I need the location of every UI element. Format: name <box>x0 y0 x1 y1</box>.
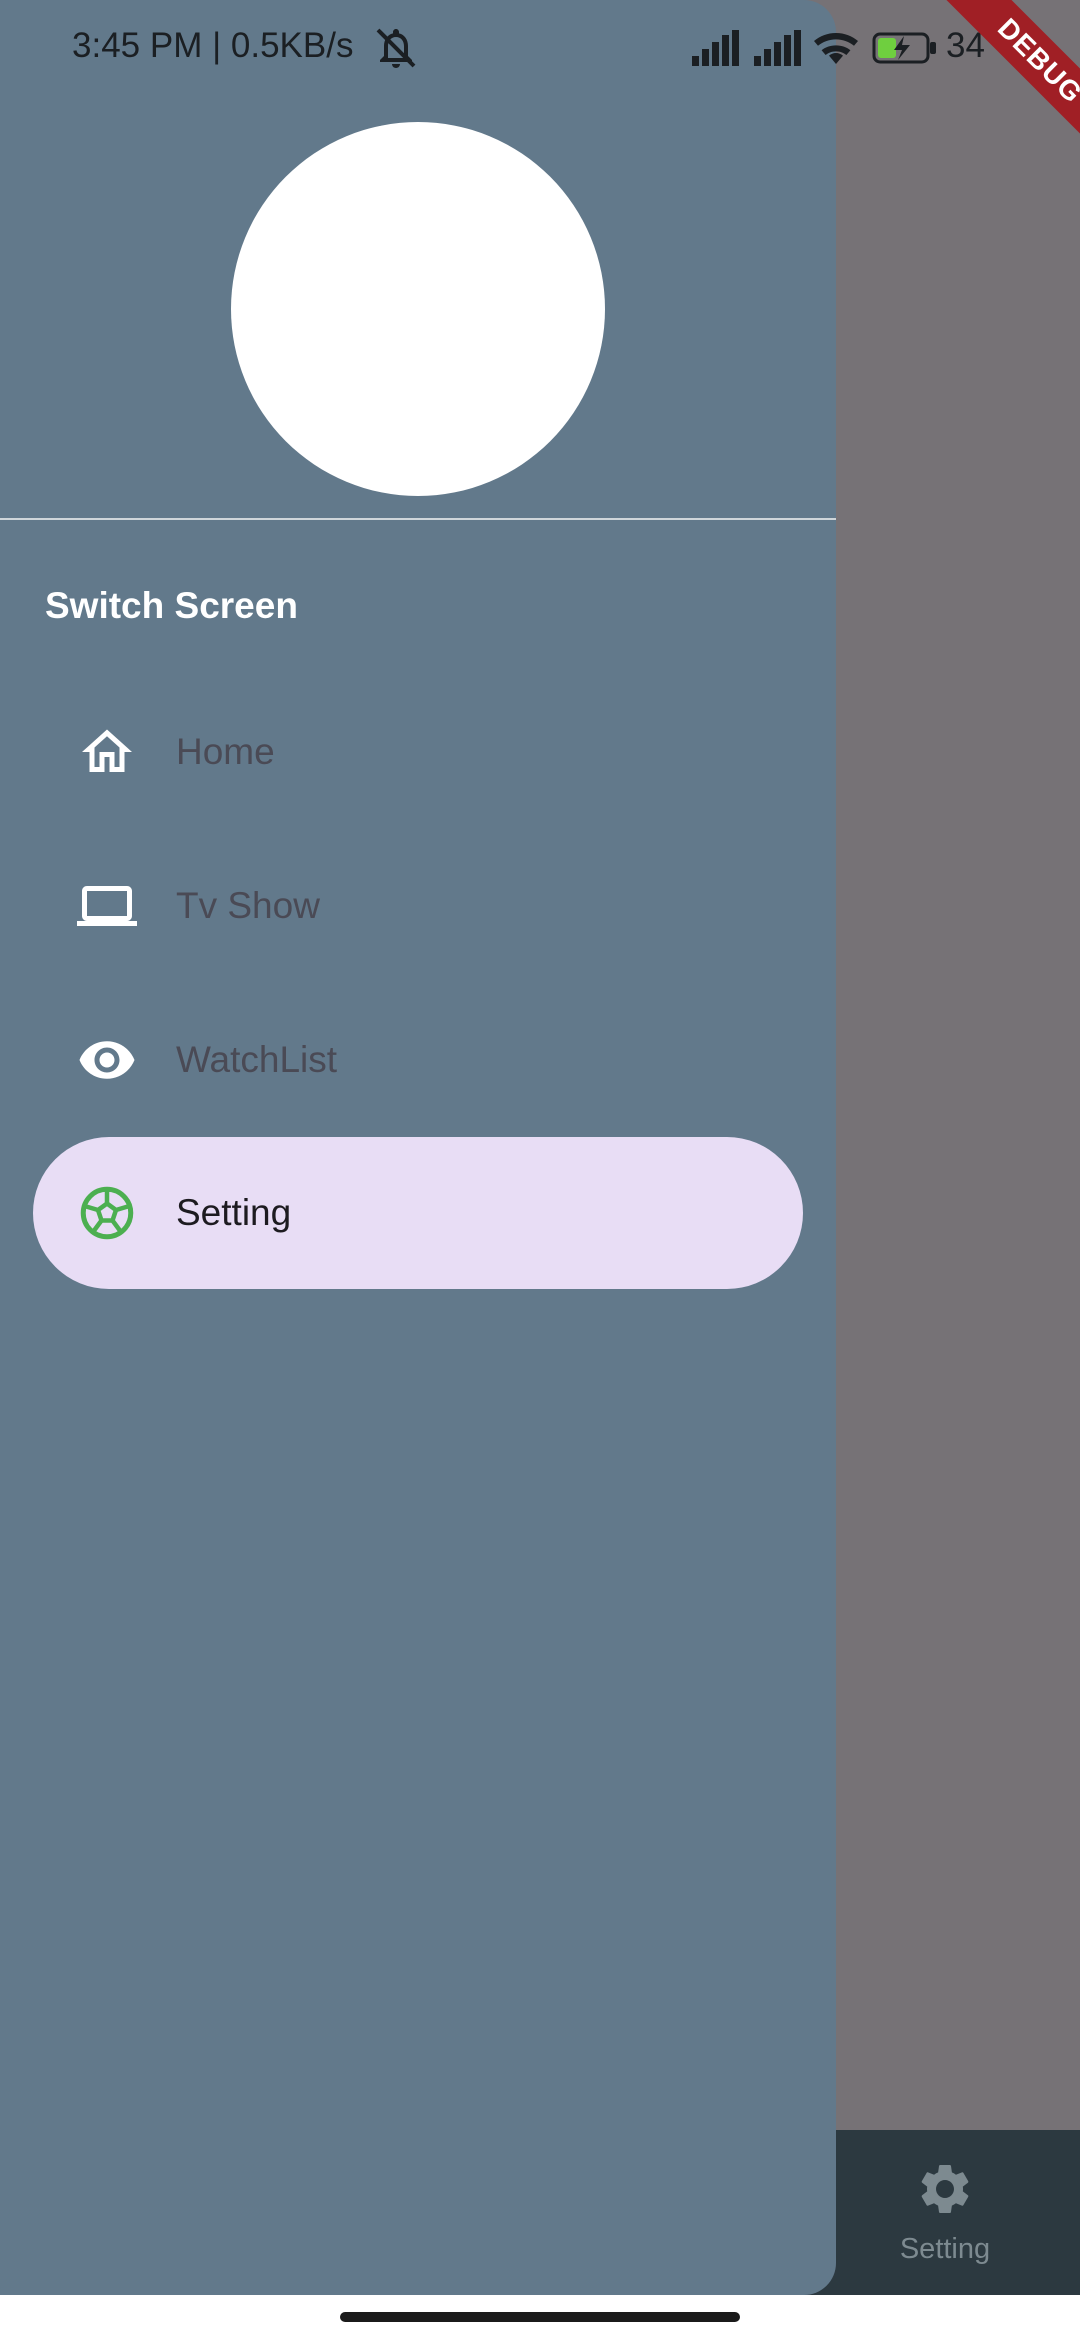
laptop-icon <box>77 876 137 936</box>
wifi-icon <box>812 28 860 68</box>
drawer-item-setting[interactable]: Setting <box>33 1137 803 1289</box>
drawer-item-label: WatchList <box>176 1039 338 1080</box>
battery-charging-icon <box>872 30 938 66</box>
drawer-item-home[interactable]: Home <box>33 676 803 828</box>
eye-icon <box>77 1030 137 1090</box>
drawer-item-watchlist[interactable]: WatchList <box>33 984 803 1136</box>
home-indicator[interactable] <box>340 2312 740 2322</box>
drawer-item-tv-show[interactable]: Tv Show <box>33 830 803 982</box>
status-bar: 3:45 PM | 0.5KB/s 34 <box>0 0 1080 100</box>
mute-icon <box>372 24 420 72</box>
status-time-speed: 3:45 PM | 0.5KB/s <box>72 26 354 65</box>
navigation-drawer: Switch Screen Home Tv Show WatchList Set… <box>0 0 836 2295</box>
signal-icon <box>690 30 740 66</box>
gear-icon <box>915 2159 975 2219</box>
avatar[interactable] <box>231 122 605 496</box>
signal-icon <box>752 30 802 66</box>
soccer-ball-icon <box>77 1183 137 1243</box>
drawer-item-label: Tv Show <box>176 885 320 926</box>
drawer-item-label: Setting <box>176 1192 292 1233</box>
section-title: Switch Screen <box>45 585 298 626</box>
drawer-item-label: Home <box>176 731 275 772</box>
bottom-nav-item-setting[interactable]: Setting <box>860 2130 1030 2295</box>
bottom-nav-label: Setting <box>899 2233 991 2265</box>
home-icon <box>77 722 137 782</box>
